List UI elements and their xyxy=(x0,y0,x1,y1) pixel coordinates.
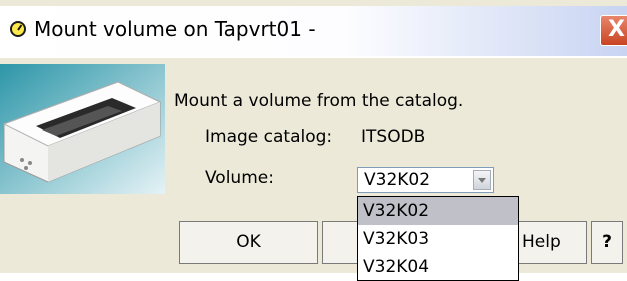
close-icon: X xyxy=(608,17,625,42)
image-catalog-value: ITSODB xyxy=(361,127,426,147)
title-bar[interactable]: Mount volume on Tapvrt01 - X xyxy=(0,6,627,56)
volume-options-list[interactable]: V32K02 V32K03 V32K04 xyxy=(357,196,519,281)
window-bottom-edge xyxy=(0,273,627,281)
volume-label: Volume: xyxy=(205,168,274,188)
title-divider xyxy=(0,56,627,58)
tape-drive-icon xyxy=(0,64,165,194)
help-button[interactable]: Help xyxy=(515,221,587,264)
image-catalog-label: Image catalog: xyxy=(205,127,333,147)
question-button[interactable]: ? xyxy=(591,221,623,264)
window-title: Mount volume on Tapvrt01 - xyxy=(34,17,316,41)
list-item[interactable]: V32K03 xyxy=(358,225,518,253)
volume-selected-value: V32K02 xyxy=(364,170,431,190)
dialog-window: Mount volume on Tapvrt01 - X Mount a vol… xyxy=(0,0,627,273)
chevron-down-icon[interactable] xyxy=(473,170,491,190)
close-button[interactable]: X xyxy=(600,15,627,46)
volume-dropdown[interactable]: V32K02 xyxy=(357,167,494,193)
cancel-button[interactable] xyxy=(322,221,362,264)
list-item[interactable]: V32K04 xyxy=(358,253,518,280)
clock-icon xyxy=(10,21,26,37)
list-item[interactable]: V32K02 xyxy=(358,197,518,225)
instruction-text: Mount a volume from the catalog. xyxy=(174,91,464,111)
ok-button[interactable]: OK xyxy=(179,221,318,264)
